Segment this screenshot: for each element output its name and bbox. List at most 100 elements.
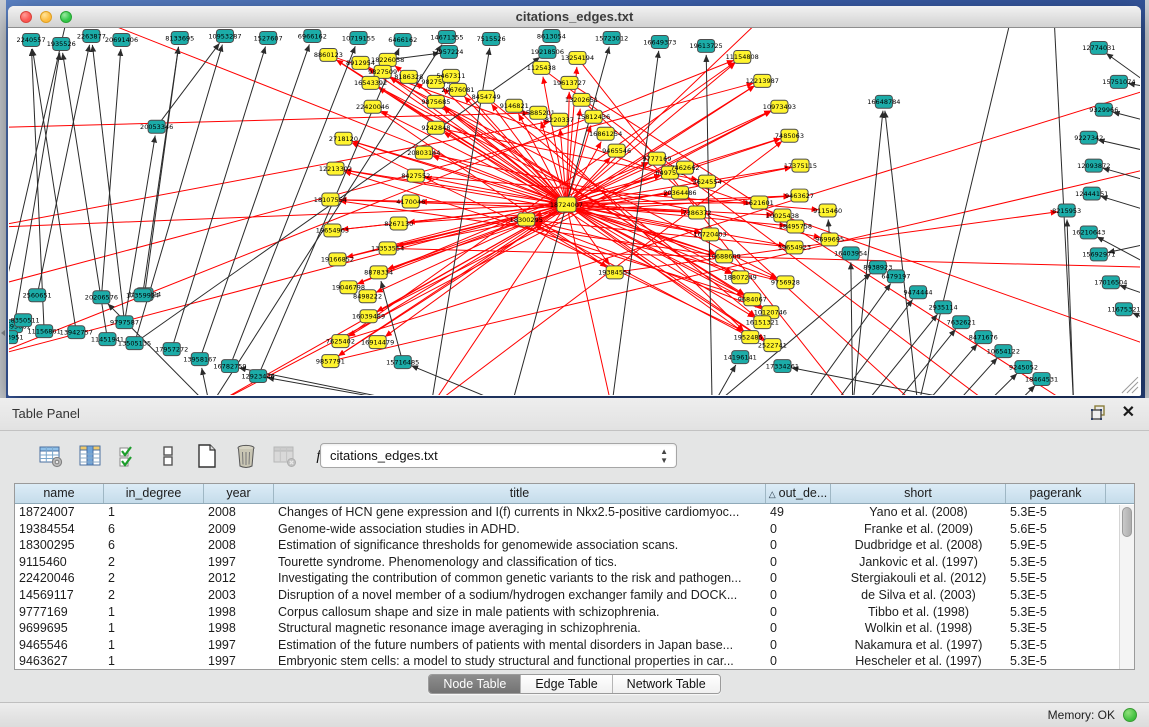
network-node[interactable]: 19166852 xyxy=(321,253,354,266)
network-node[interactable]: 8860123 xyxy=(314,48,343,61)
network-node[interactable]: 12093872 xyxy=(1077,159,1110,172)
citation-edge-black[interactable] xyxy=(791,368,993,395)
delete-table-icon[interactable] xyxy=(272,443,298,469)
network-node[interactable]: 10719155 xyxy=(342,31,375,44)
network-node[interactable]: 19218506 xyxy=(531,45,564,58)
network-node[interactable]: 16151321 xyxy=(746,316,779,329)
network-node[interactable]: 10688609 xyxy=(708,250,741,263)
network-window-titlebar[interactable]: citations_edges.txt xyxy=(8,6,1141,28)
network-node[interactable]: 12444151 xyxy=(1075,187,1108,200)
column-header-short[interactable]: short xyxy=(831,484,1006,503)
citation-edge-black[interactable] xyxy=(1013,385,1035,395)
citation-edge-black[interactable] xyxy=(14,53,60,326)
network-node[interactable]: 20206576 xyxy=(85,291,118,304)
table-row[interactable]: 2242004622012Investigating the contribut… xyxy=(15,570,1134,587)
citation-edge-black[interactable] xyxy=(1098,140,1140,153)
table-vertical-scrollbar[interactable] xyxy=(1119,505,1134,669)
network-node[interactable]: 7632621 xyxy=(947,316,976,329)
network-node[interactable]: 20053346 xyxy=(140,120,173,133)
network-node[interactable]: 8215953 xyxy=(1052,204,1081,217)
scrollbar-thumb[interactable] xyxy=(1122,507,1132,537)
network-node[interactable]: 7485063 xyxy=(775,129,804,142)
network-node[interactable]: 15692971 xyxy=(1082,248,1115,261)
table-row[interactable]: 1938455462009Genome-wide association stu… xyxy=(15,521,1134,538)
network-node[interactable]: 8613054 xyxy=(537,29,566,42)
network-node[interactable]: 9756928 xyxy=(771,276,800,289)
network-node[interactable]: 16720403 xyxy=(693,228,726,241)
network-node[interactable]: 18807249 xyxy=(724,271,757,284)
network-node[interactable]: 18495758 xyxy=(779,220,812,233)
network-node[interactable]: 6966162 xyxy=(298,29,327,42)
network-node[interactable]: 8267130 xyxy=(384,217,413,230)
citation-edge-black[interactable] xyxy=(706,55,712,395)
network-node[interactable]: 10654122 xyxy=(987,345,1020,358)
network-node[interactable]: 9115460 xyxy=(813,204,842,217)
network-node[interactable]: 20676081 xyxy=(441,83,474,96)
network-node[interactable]: 7515526 xyxy=(477,32,506,45)
network-node[interactable]: 8498222 xyxy=(353,290,382,303)
citation-edge-black[interactable] xyxy=(37,45,89,296)
tab-network-table[interactable]: Network Table xyxy=(613,675,720,693)
column-header-in-degree[interactable]: in_degree xyxy=(104,484,204,503)
network-node[interactable]: 19613727 xyxy=(553,76,586,89)
network-node[interactable]: 14671355 xyxy=(430,30,463,43)
network-node[interactable]: 12213302 xyxy=(319,162,352,175)
network-node[interactable]: 7957224 xyxy=(434,45,463,58)
citation-edge-black[interactable] xyxy=(1132,313,1140,322)
network-node[interactable]: 17334261 xyxy=(766,360,799,373)
citation-edge-black[interactable] xyxy=(411,366,511,395)
citation-edge-black[interactable] xyxy=(851,262,853,395)
network-node[interactable]: 8133695 xyxy=(165,31,194,44)
splitter-collapse-icon[interactable] xyxy=(1,330,5,336)
network-node[interactable]: 9684067 xyxy=(738,293,767,306)
network-node[interactable]: 16210643 xyxy=(1072,226,1105,239)
network-window[interactable]: citations_edges.txt 18724007183002952240… xyxy=(8,6,1141,396)
column-header-out-de-[interactable]: △out_de... xyxy=(766,484,831,503)
table-row[interactable]: 946554611997Estimation of the future num… xyxy=(15,637,1134,654)
citation-edge-black[interactable] xyxy=(267,378,431,395)
table-row[interactable]: 1456911722003Disruption of a novel membe… xyxy=(15,587,1134,604)
network-node[interactable]: 16782759 xyxy=(213,360,246,373)
network-node[interactable]: 15723012 xyxy=(595,31,628,44)
citation-edge-black[interactable] xyxy=(1100,196,1140,212)
table-row[interactable]: 1872400712008Changes of HCN gene express… xyxy=(15,504,1134,521)
column-header-year[interactable]: year xyxy=(204,484,274,503)
table-row[interactable]: 977716911998Corpus callosum shape and si… xyxy=(15,604,1134,621)
column-header-pagerank[interactable]: pagerank xyxy=(1006,484,1106,503)
network-node[interactable]: 2935114 xyxy=(929,301,958,314)
network-node[interactable]: 13254194 xyxy=(561,51,594,64)
network-node[interactable]: 17359924 xyxy=(126,289,159,302)
network-node[interactable]: 9227342 xyxy=(1074,131,1103,144)
network-node[interactable]: 22420046 xyxy=(356,100,389,113)
network-node[interactable]: 11156861 xyxy=(28,325,61,338)
network-node[interactable]: 16861254 xyxy=(589,127,622,140)
network-node[interactable]: 16649373 xyxy=(643,35,676,48)
citation-edge-red[interactable] xyxy=(210,205,567,395)
table-options-icon[interactable] xyxy=(38,443,64,469)
network-node[interactable]: 15751074 xyxy=(1102,75,1135,88)
network-node[interactable]: 13958167 xyxy=(183,353,216,366)
network-node[interactable]: 16403954 xyxy=(834,247,867,260)
network-node[interactable]: 9474444 xyxy=(903,286,932,299)
table-select-dropdown[interactable]: citations_edges.txt ▲▼ xyxy=(320,443,677,468)
citation-edge-black[interactable] xyxy=(953,358,997,395)
network-node[interactable]: 8471676 xyxy=(969,331,998,344)
network-node[interactable]: 12213987 xyxy=(746,74,779,87)
citation-edge-red[interactable] xyxy=(582,100,918,395)
network-node[interactable]: 9857791 xyxy=(316,355,345,368)
memory-status-indicator[interactable] xyxy=(1123,708,1137,722)
network-node[interactable]: 9463627 xyxy=(785,189,814,202)
citation-edge-black[interactable] xyxy=(885,111,918,395)
network-node[interactable]: 7625402 xyxy=(326,335,355,348)
network-node[interactable]: 16914479 xyxy=(361,336,394,349)
network-node[interactable]: 9875685 xyxy=(421,95,450,108)
citation-edge-black[interactable] xyxy=(381,281,403,362)
network-node[interactable]: 9329966 xyxy=(1089,103,1118,116)
network-node[interactable]: 6466162 xyxy=(388,33,417,46)
network-node[interactable]: 16648784 xyxy=(867,95,900,108)
network-canvas[interactable]: 1872400718300295224055719355262263877206… xyxy=(9,28,1140,395)
network-node[interactable]: 7386372 xyxy=(683,206,712,219)
citation-edge-black[interactable] xyxy=(101,49,120,297)
resize-grip-icon[interactable] xyxy=(1122,377,1138,393)
citation-edge-red[interactable] xyxy=(388,248,1140,267)
